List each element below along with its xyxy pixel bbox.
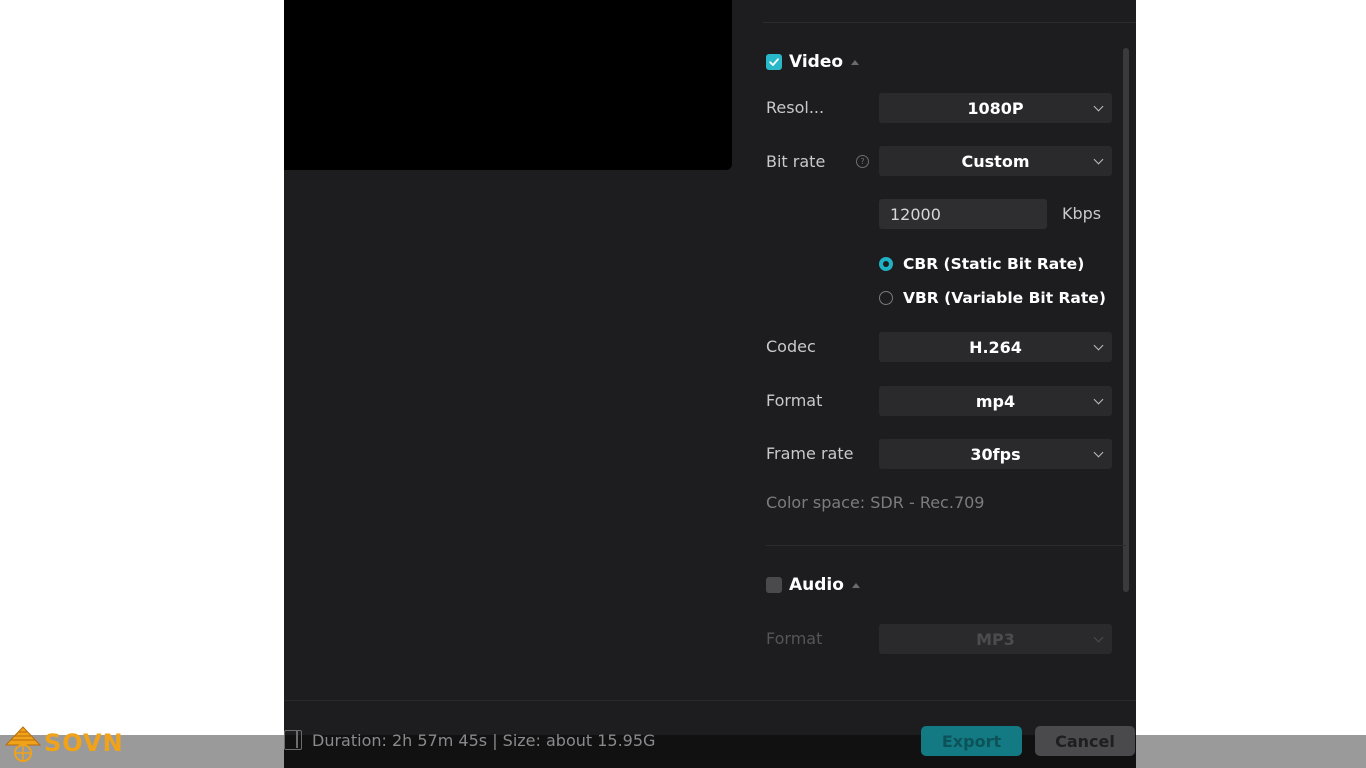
bottom-strip bbox=[0, 735, 1366, 768]
caret-up-icon[interactable] bbox=[851, 59, 860, 65]
codec-value: H.264 bbox=[969, 337, 1022, 357]
video-section-title: Video bbox=[789, 52, 844, 72]
frame-rate-value: 30fps bbox=[970, 444, 1021, 464]
conical-hat-icon bbox=[4, 726, 42, 762]
checkmark-icon bbox=[769, 58, 779, 66]
color-space-info: Color space: SDR - Rec.709 bbox=[766, 493, 985, 512]
chevron-down-icon bbox=[1093, 340, 1104, 351]
bit-rate-select[interactable]: Custom bbox=[879, 146, 1112, 176]
audio-format-label: Format bbox=[766, 629, 823, 648]
resolution-select[interactable]: 1080P bbox=[879, 93, 1112, 123]
resolution-label: Resol... bbox=[766, 98, 825, 117]
divider bbox=[284, 700, 1136, 701]
audio-format-value: MP3 bbox=[976, 629, 1015, 649]
codec-select[interactable]: H.264 bbox=[879, 332, 1112, 362]
watermark-logo: SOVN bbox=[2, 723, 124, 763]
frame-rate-label: Frame rate bbox=[766, 444, 854, 463]
kbps-unit-label: Kbps bbox=[1062, 204, 1102, 223]
video-section-header[interactable]: Video bbox=[766, 50, 860, 74]
export-button[interactable]: Export bbox=[921, 726, 1022, 756]
video-preview bbox=[284, 0, 732, 170]
divider bbox=[766, 545, 1126, 546]
codec-label: Codec bbox=[766, 337, 816, 356]
frame-rate-select[interactable]: 30fps bbox=[879, 439, 1112, 469]
film-icon bbox=[284, 730, 302, 750]
settings-scrollbar[interactable] bbox=[1123, 48, 1130, 592]
scrollbar-thumb[interactable] bbox=[1123, 48, 1129, 592]
cbr-radio-option[interactable]: CBR (Static Bit Rate) bbox=[879, 255, 1084, 273]
audio-format-select[interactable]: MP3 bbox=[879, 624, 1112, 654]
caret-up-icon[interactable] bbox=[851, 582, 860, 588]
chevron-down-icon bbox=[1093, 394, 1104, 405]
audio-section-header[interactable]: Audio bbox=[766, 573, 860, 597]
watermark-text: SOVN bbox=[44, 729, 124, 757]
format-value: mp4 bbox=[975, 391, 1016, 411]
chevron-down-icon bbox=[1093, 447, 1104, 458]
audio-enable-checkbox[interactable] bbox=[766, 577, 782, 593]
audio-section-title: Audio bbox=[789, 575, 844, 595]
format-label: Format bbox=[766, 391, 823, 410]
bit-rate-value: Custom bbox=[961, 151, 1030, 171]
vbr-radio[interactable] bbox=[879, 291, 893, 305]
cbr-label: CBR (Static Bit Rate) bbox=[903, 255, 1085, 273]
help-icon[interactable]: ? bbox=[856, 155, 869, 168]
format-select[interactable]: mp4 bbox=[879, 386, 1112, 416]
cancel-button[interactable]: Cancel bbox=[1035, 726, 1135, 756]
chevron-down-icon bbox=[1093, 101, 1104, 112]
resolution-value: 1080P bbox=[967, 98, 1024, 118]
bit-rate-label: Bit rate bbox=[766, 152, 826, 171]
vbr-radio-option[interactable]: VBR (Variable Bit Rate) bbox=[879, 289, 1106, 307]
export-status-text: Duration: 2h 57m 45s | Size: about 15.95… bbox=[312, 731, 656, 750]
export-dialog: Video Resol... 1080P Bit rate ? Custom K… bbox=[284, 0, 1136, 735]
vbr-label: VBR (Variable Bit Rate) bbox=[903, 289, 1106, 307]
video-enable-checkbox[interactable] bbox=[766, 54, 782, 70]
divider bbox=[763, 22, 1136, 23]
chevron-down-icon bbox=[1093, 154, 1104, 165]
cbr-radio[interactable] bbox=[879, 257, 893, 271]
bit-rate-kbps-input[interactable] bbox=[879, 199, 1047, 229]
chevron-down-icon bbox=[1093, 632, 1104, 643]
